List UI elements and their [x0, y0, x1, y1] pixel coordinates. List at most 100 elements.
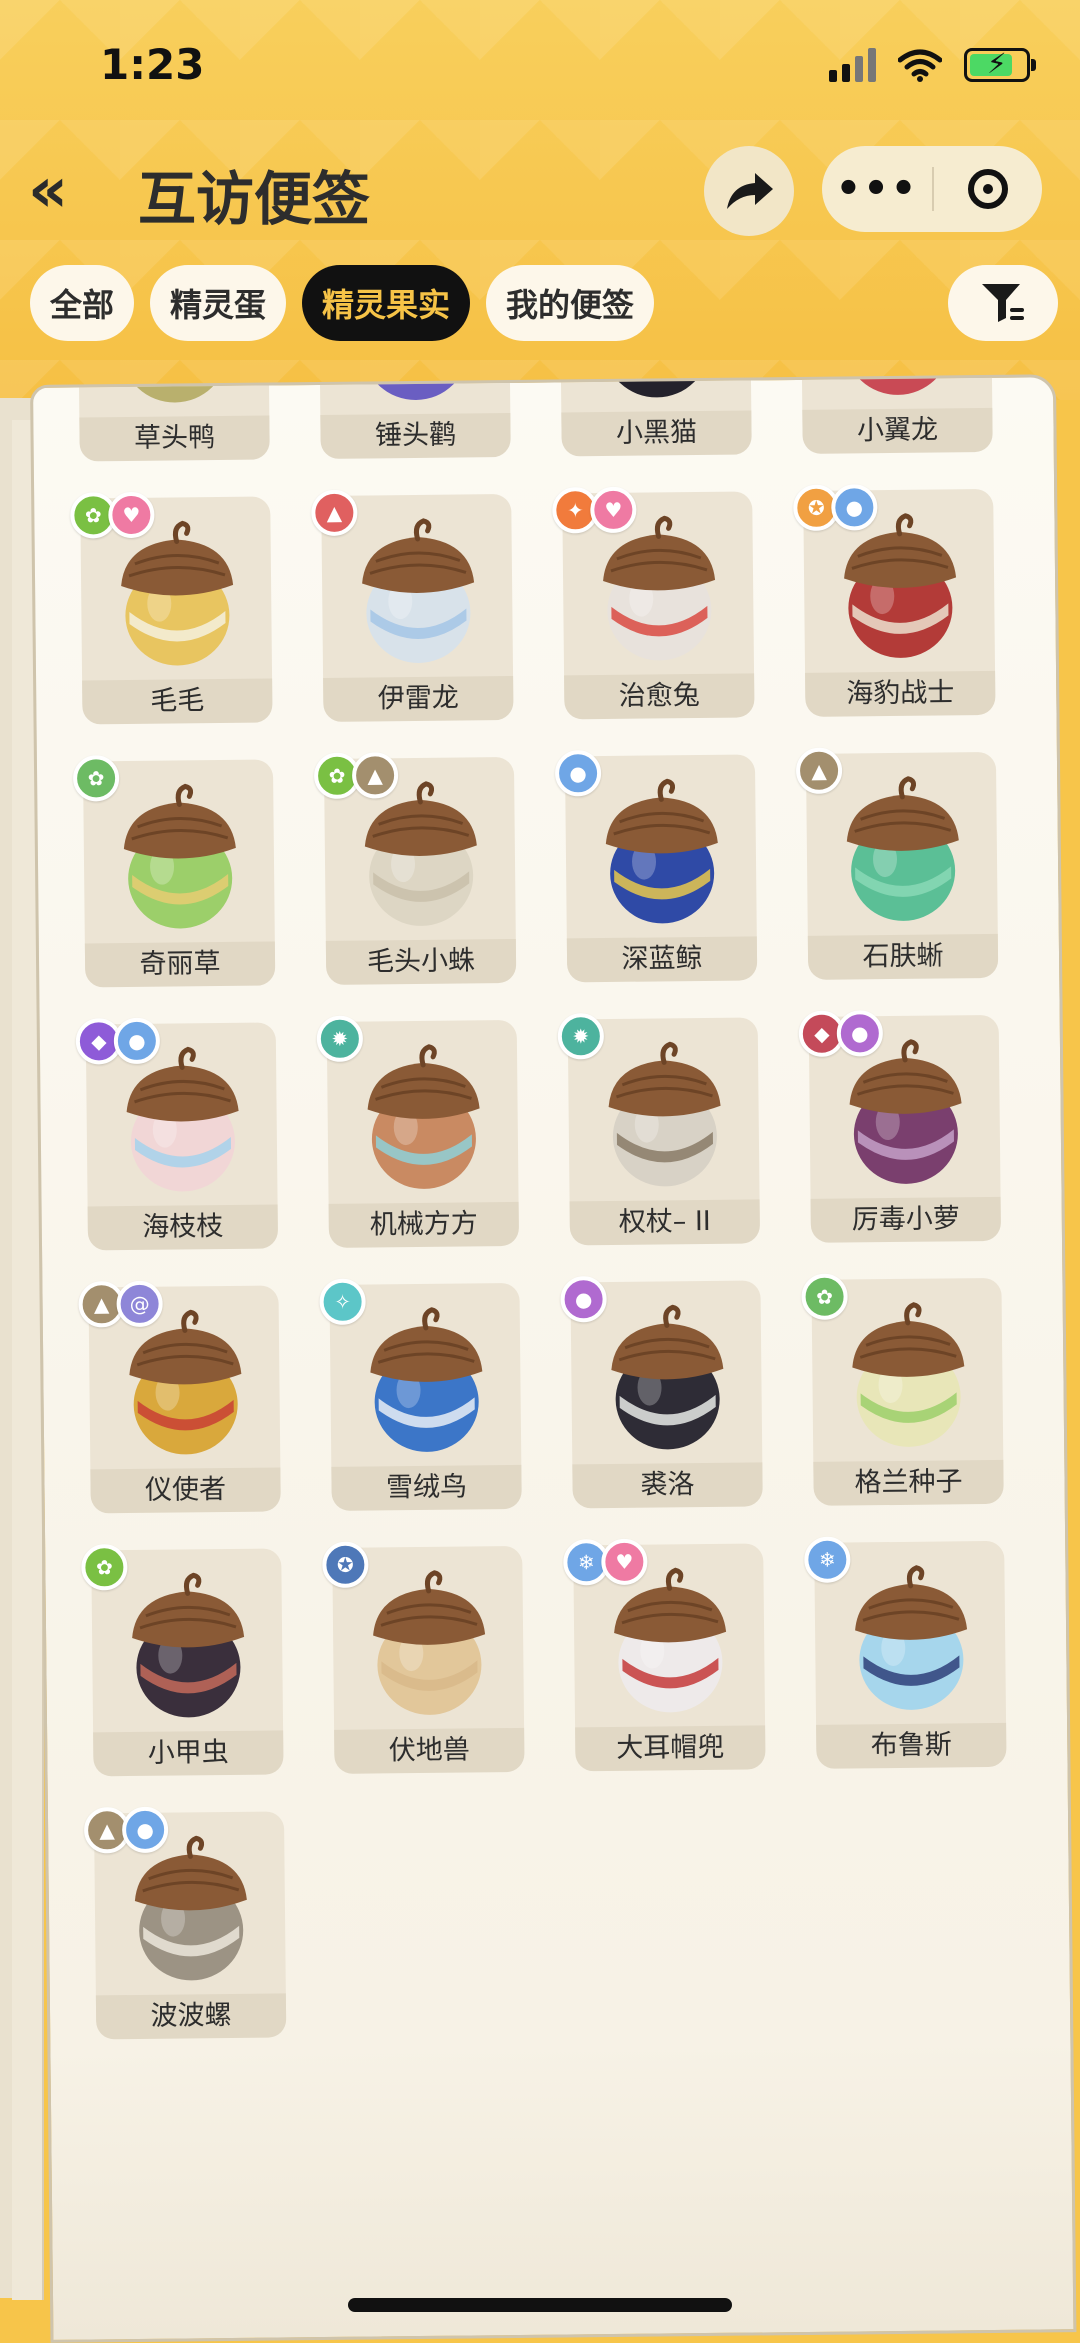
acorn-fruit-icon	[603, 515, 716, 661]
fruit-card[interactable]: ▲ ● 波波螺	[83, 1806, 288, 2041]
close-button[interactable]	[934, 169, 1042, 209]
fruit-card[interactable]: ▲ 伊雷龙	[311, 489, 515, 724]
tab-0[interactable]: 全部	[30, 265, 135, 341]
share-button[interactable]	[704, 146, 794, 236]
fruit-card[interactable]: ✪ 伏地兽	[322, 1541, 526, 1776]
mini-program-capsule: •••	[822, 146, 1042, 232]
fruit-name: 仪使者	[90, 1467, 281, 1514]
heart-icon: ♥	[108, 491, 155, 539]
fruit-name: 大耳帽兜	[575, 1725, 766, 1772]
ice-icon: ❄	[804, 1536, 851, 1583]
fruit-grid: 草头鸭 锤头鹳 小黑猫 小翼龙 ✿ ♥ 毛毛 ▲ 伊雷龙 ✦ ♥ 治愈兔 ✪ ● 海豹战士 ✿ 奇丽草 ✿ ▲ 毛头小…	[70, 374, 1035, 2040]
fruit-card[interactable]: ◆ ● 厉毒小萝	[798, 1010, 1003, 1245]
page-title: 互访便签	[138, 165, 371, 233]
fruit-card[interactable]: ✦ ♥ 治愈兔	[552, 486, 756, 721]
fruit-name: 草头鸭	[79, 415, 270, 462]
acorn-fruit-icon	[134, 1835, 247, 1981]
home-indicator	[348, 2298, 732, 2312]
acorn-fruit-icon	[370, 1307, 483, 1452]
fruit-name: 毛头小蛛	[325, 938, 517, 985]
water-icon: ●	[554, 750, 602, 797]
water-icon: ●	[113, 1017, 161, 1065]
fruit-name: 格兰种子	[813, 1459, 1004, 1506]
fruit-name: 治愈兔	[564, 673, 755, 720]
cellular-signal-icon	[829, 48, 876, 82]
acorn-fruit-icon	[362, 518, 475, 663]
acorn-fruit-icon	[126, 1046, 239, 1192]
gear-icon: ✹	[557, 1013, 605, 1060]
water-icon: ●	[831, 484, 878, 531]
fruit-name: 裘洛	[572, 1462, 763, 1509]
fruit-name: 石肤蜥	[807, 933, 999, 980]
fruit-card[interactable]: ✿ 小甲虫	[81, 1544, 285, 1778]
spiral-icon: @	[116, 1280, 163, 1328]
fruit-card[interactable]: ✧ 雪绒鸟	[319, 1278, 523, 1513]
fruit-card[interactable]: ✿ 奇丽草	[72, 755, 277, 989]
acorn-fruit-icon	[121, 520, 234, 666]
fruit-card[interactable]: ✿ ♥ 毛毛	[70, 491, 274, 726]
acorn-fruit-icon	[123, 783, 236, 929]
fruit-card[interactable]: 锤头鹳	[314, 374, 512, 461]
gear-icon: ✹	[316, 1015, 364, 1063]
fruit-card[interactable]: ▲ @ 仪使者	[78, 1280, 282, 1515]
grass-icon: ✿	[801, 1273, 848, 1320]
acorn-fruit-icon	[844, 513, 957, 658]
fruit-name: 锤头鹳	[320, 412, 511, 459]
demon-icon: ▲	[311, 489, 358, 537]
fruit-name: 海豹战士	[805, 670, 996, 717]
tab-2[interactable]: 精灵果实	[302, 265, 471, 341]
fruit-card[interactable]: ❄ 布鲁斯	[804, 1536, 1008, 1771]
heart-icon: ♥	[601, 1538, 648, 1586]
ground-icon: ▲	[795, 747, 843, 794]
fruit-card[interactable]: ✿ ▲ 毛头小蛛	[313, 752, 518, 987]
acorn-fruit-icon	[855, 1565, 968, 1710]
tab-1[interactable]: 精灵蛋	[150, 265, 287, 341]
acorn-fruit-icon	[364, 781, 477, 926]
fruit-card[interactable]: ❄ ♥ 大耳帽兜	[563, 1538, 767, 1773]
acorn-fruit-icon	[129, 1309, 242, 1455]
acorn-fruit-icon	[845, 374, 950, 395]
fruit-card[interactable]: ✪ ● 海豹战士	[793, 484, 997, 719]
fruit-name: 厉毒小萝	[810, 1196, 1002, 1243]
bug-icon: ✿	[81, 1544, 128, 1591]
fruit-name: 雪绒鸟	[331, 1464, 522, 1511]
status-time: 1:23	[100, 40, 205, 89]
filter-button[interactable]	[948, 265, 1058, 341]
fruit-name: 奇丽草	[84, 941, 276, 988]
acorn-fruit-icon	[608, 1041, 721, 1187]
fruit-card[interactable]: 小黑猫	[555, 374, 753, 458]
fruit-card[interactable]: ✹ 权杖– II	[557, 1013, 762, 1247]
fruit-card[interactable]: ● 裘洛	[560, 1276, 764, 1510]
fruit-list-panel: 草头鸭 锤头鹳 小黑猫 小翼龙 ✿ ♥ 毛毛 ▲ 伊雷龙 ✦ ♥ 治愈兔 ✪ ● 海豹战士 ✿ 奇丽草 ✿ ▲ 毛头小…	[30, 374, 1077, 2343]
fruit-name: 小翼龙	[802, 407, 993, 454]
fruit-card[interactable]: ✿ 格兰种子	[801, 1273, 1005, 1508]
acorn-fruit-icon	[849, 1039, 962, 1184]
back-button[interactable]: «	[28, 159, 108, 221]
poison-icon: ●	[560, 1276, 607, 1323]
fruit-card[interactable]: ▲ 石肤蜥	[795, 747, 1000, 982]
acorn-fruit-icon	[132, 1572, 245, 1718]
grass-icon: ✿	[72, 755, 120, 802]
fruit-name: 海枝枝	[87, 1204, 279, 1251]
fruit-name: 机械方方	[328, 1201, 520, 1248]
fruit-card[interactable]: 小翼龙	[796, 374, 994, 456]
fruit-name: 小黑猫	[561, 410, 752, 457]
fruit-card[interactable]: ✹ 机械方方	[316, 1015, 521, 1250]
fruit-name: 小甲虫	[93, 1730, 284, 1777]
target-icon	[968, 169, 1008, 209]
acorn-fruit-icon	[605, 778, 718, 924]
filter-icon	[982, 284, 1024, 322]
tab-3[interactable]: 我的便签	[486, 265, 655, 341]
fruit-card[interactable]: 草头鸭	[73, 374, 271, 463]
more-button[interactable]: •••	[822, 166, 932, 212]
heart-icon: ♥	[590, 486, 637, 534]
fruit-card[interactable]: ● 深蓝鲸	[554, 750, 759, 984]
fruit-name: 毛毛	[82, 678, 273, 725]
fruit-name: 深蓝鲸	[566, 936, 758, 983]
acorn-fruit-icon	[852, 1302, 965, 1447]
star-icon: ✪	[322, 1541, 369, 1589]
battery-icon: ⚡	[964, 47, 1036, 82]
fruit-card[interactable]: ◆ ● 海枝枝	[75, 1017, 280, 1252]
header: « 互访便签 •••	[0, 140, 1080, 240]
fruit-name: 波波螺	[95, 1993, 287, 2040]
